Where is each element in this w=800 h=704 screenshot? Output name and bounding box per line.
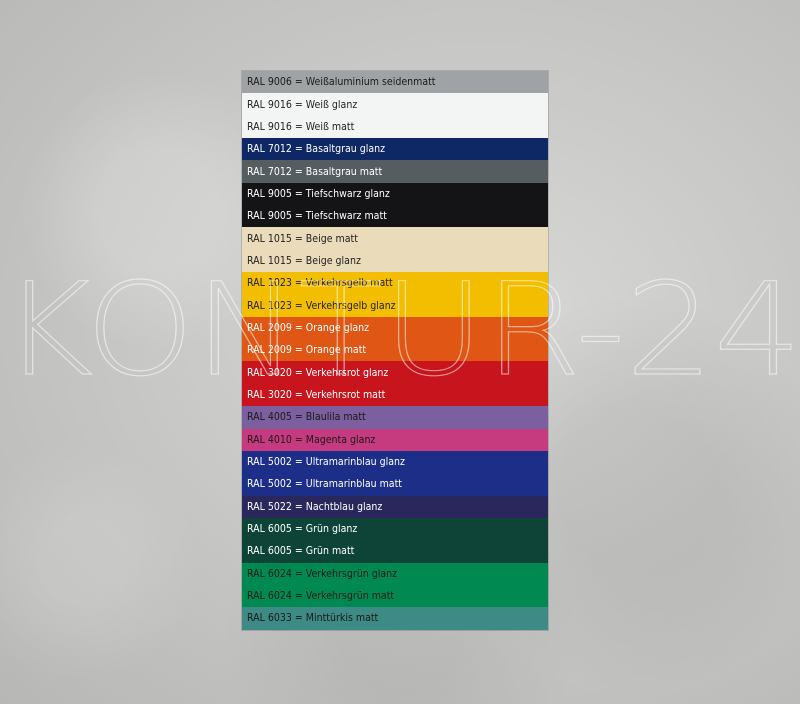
color-swatch-label: RAL 2009 = Orange glanz	[247, 321, 370, 334]
color-swatch-row: RAL 9016 = Weiß glanz	[242, 93, 548, 116]
color-swatch-row: RAL 6033 = Minttürkis matt	[242, 607, 548, 630]
color-swatch-label: RAL 5022 = Nachtblau glanz	[247, 500, 383, 513]
color-swatch-row: RAL 6005 = Grün glanz	[242, 517, 548, 541]
color-swatch-label: RAL 5002 = Ultramarinblau glanz	[247, 456, 405, 469]
color-swatch-label: RAL 9006 = Weißaluminium seidenmatt	[247, 76, 436, 89]
color-swatch-label: RAL 7012 = Basaltgrau glanz	[247, 143, 386, 156]
color-swatch-label: RAL 9005 = Tiefschwarz matt	[247, 210, 387, 223]
color-swatch-row: RAL 6024 = Verkehrsgrün glanz	[242, 562, 548, 585]
color-swatch-label: RAL 1015 = Beige glanz	[247, 254, 361, 267]
color-swatch-row: RAL 1023 = Verkehrsgelb glanz	[242, 294, 548, 317]
color-swatch-row: RAL 3020 = Verkehrsrot glanz	[242, 361, 548, 384]
ral-color-swatch-list: RAL 9006 = Weißaluminium seidenmatt RAL 9…	[242, 71, 548, 630]
color-swatch-row: RAL 9005 = Tiefschwarz matt	[242, 205, 548, 228]
color-swatch-label: RAL 6005 = Grün matt	[247, 545, 355, 558]
color-swatch-row: RAL 5002 = Ultramarinblau matt	[242, 473, 548, 496]
color-swatch-label: RAL 7012 = Basaltgrau matt	[247, 165, 383, 178]
color-swatch-label: RAL 1023 = Verkehrsgelb matt	[247, 277, 393, 290]
color-swatch-label: RAL 1015 = Beige matt	[247, 232, 358, 245]
color-swatch-row: RAL 9016 = Weiß matt	[242, 115, 548, 139]
color-swatch-row: RAL 9006 = Weißaluminium seidenmatt	[242, 71, 548, 94]
color-swatch-label: RAL 6005 = Grün glanz	[247, 523, 358, 536]
color-swatch-row: RAL 4010 = Magenta glanz	[242, 428, 548, 451]
color-swatch-row: RAL 5022 = Nachtblau glanz	[242, 495, 548, 518]
color-swatch-label: RAL 6024 = Verkehrsgrün glanz	[247, 567, 398, 580]
color-swatch-row: RAL 2009 = Orange matt	[242, 339, 548, 362]
color-swatch-label: RAL 9016 = Weiß glanz	[247, 98, 358, 111]
color-swatch-label: RAL 3020 = Verkehrsrot matt	[247, 388, 386, 401]
color-swatch-row: RAL 1023 = Verkehrsgelb matt	[242, 272, 548, 295]
color-swatch-label: RAL 9016 = Weiß matt	[247, 120, 355, 133]
color-swatch-row: RAL 9005 = Tiefschwarz glanz	[242, 182, 548, 206]
color-swatch-label: RAL 1023 = Verkehrsgelb glanz	[247, 299, 396, 312]
color-swatch-row: RAL 4005 = Blaulila matt	[242, 406, 548, 429]
color-swatch-label: RAL 4010 = Magenta glanz	[247, 433, 376, 446]
color-swatch-row: RAL 7012 = Basaltgrau matt	[242, 160, 548, 183]
color-swatch-label: RAL 9005 = Tiefschwarz glanz	[247, 187, 390, 200]
color-swatch-row: RAL 5002 = Ultramarinblau glanz	[242, 450, 548, 474]
color-swatch-label: RAL 4005 = Blaulila matt	[247, 411, 366, 424]
color-swatch-row: RAL 7012 = Basaltgrau glanz	[242, 138, 548, 161]
color-swatch-row: RAL 1015 = Beige glanz	[242, 249, 548, 273]
color-swatch-label: RAL 2009 = Orange matt	[247, 344, 367, 357]
color-swatch-row: RAL 3020 = Verkehrsrot matt	[242, 383, 548, 407]
color-swatch-row: RAL 6024 = Verkehrsgrün matt	[242, 584, 548, 608]
color-swatch-label: RAL 5002 = Ultramarinblau matt	[247, 478, 402, 491]
color-swatch-row: RAL 1015 = Beige matt	[242, 227, 548, 250]
color-swatch-label: RAL 6033 = Minttürkis matt	[247, 612, 379, 625]
color-swatch-label: RAL 3020 = Verkehrsrot glanz	[247, 366, 389, 379]
color-swatch-row: RAL 6005 = Grün matt	[242, 540, 548, 563]
color-swatch-row: RAL 2009 = Orange glanz	[242, 316, 548, 340]
color-swatch-label: RAL 6024 = Verkehrsgrün matt	[247, 590, 395, 603]
